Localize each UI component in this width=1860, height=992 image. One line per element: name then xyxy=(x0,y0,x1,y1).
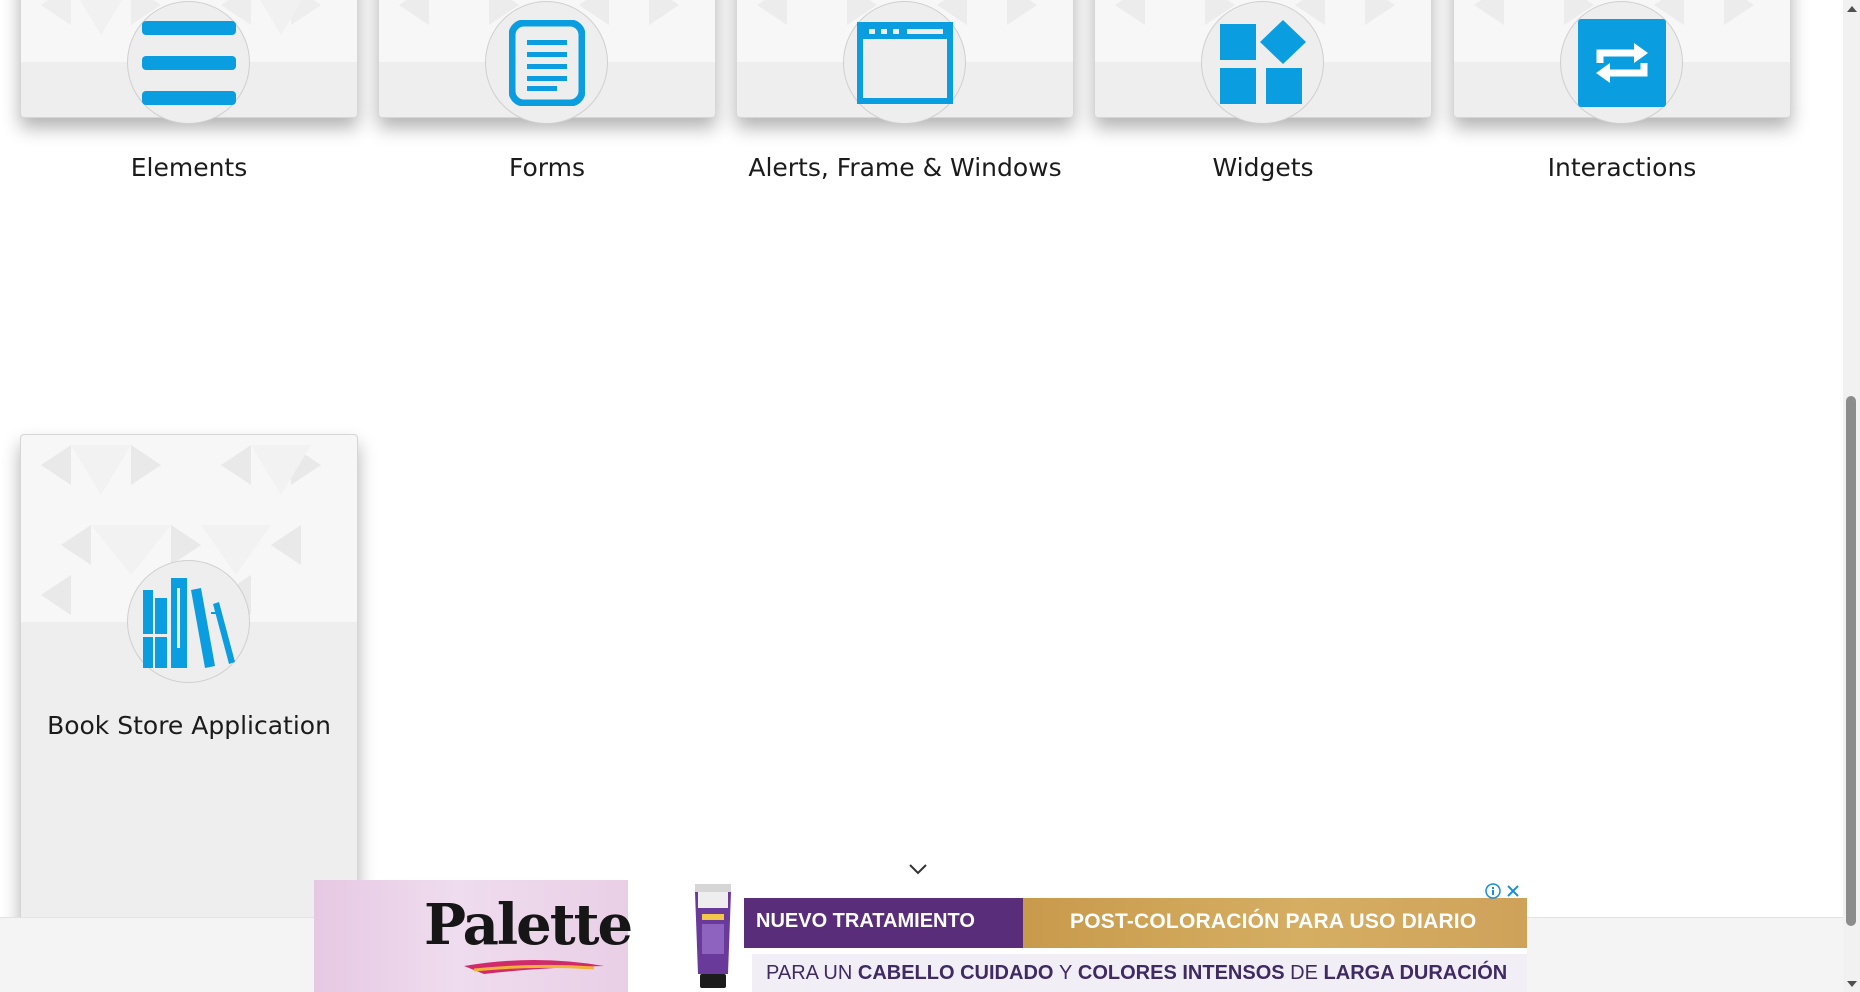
card-title: Forms xyxy=(508,153,585,182)
card-interactions[interactable]: Interactions xyxy=(1453,0,1791,182)
card-icon-circle xyxy=(1201,1,1324,124)
info-icon[interactable] xyxy=(1485,883,1501,899)
widgets-blocks-icon xyxy=(1219,19,1306,104)
ad-headline-right: POST-COLORACIÓN PARA USO DIARIO xyxy=(1070,910,1477,933)
card-icon-circle xyxy=(127,560,250,683)
card-elements[interactable]: Elements xyxy=(20,0,358,182)
ad-brand-logo: Palette xyxy=(424,892,633,958)
ad-brand-swoosh-icon xyxy=(464,960,604,974)
ad-sub-text: DE xyxy=(1290,961,1318,984)
card-icon-circle xyxy=(1560,1,1683,124)
scroll-down-arrow-icon[interactable] xyxy=(1843,975,1860,992)
card-book-store-application[interactable]: Book Store Application xyxy=(20,434,358,956)
books-icon xyxy=(142,577,235,668)
advertisement-banner[interactable]: Palette NUEVO TRATAMIENTO POST-COLORACIÓ… xyxy=(314,880,1527,992)
ad-subheadline: PARA UN CABELLO CUIDADO Y COLORES INTENS… xyxy=(752,954,1527,992)
ad-headline-left: NUEVO TRATAMIENTO xyxy=(756,910,975,932)
card-forms[interactable]: Forms xyxy=(378,0,716,182)
vertical-scrollbar[interactable] xyxy=(1843,0,1860,992)
ad-collapse-chevron-icon[interactable] xyxy=(906,860,930,878)
card-title: Widgets xyxy=(1212,153,1314,182)
product-tube-icon xyxy=(695,884,731,988)
close-icon[interactable] xyxy=(1505,883,1521,899)
scroll-up-arrow-icon[interactable] xyxy=(1843,0,1860,17)
card-title: Interactions xyxy=(1547,153,1697,182)
scrollbar-thumb[interactable] xyxy=(1846,396,1856,926)
card-alerts-frame-windows[interactable]: Alerts, Frame & Windows xyxy=(736,0,1074,182)
browser-window-icon xyxy=(856,21,953,104)
ad-sub-text: Y xyxy=(1059,961,1073,984)
hamburger-lines-icon xyxy=(141,20,236,105)
ad-sub-text: PARA UN xyxy=(766,961,853,984)
card-icon-circle xyxy=(843,1,966,124)
ad-sub-emphasis: LARGA DURACIÓN xyxy=(1323,961,1508,984)
ad-sub-emphasis: COLORES INTENSOS xyxy=(1077,961,1285,984)
card-title: Book Store Application xyxy=(47,711,331,740)
card-icon-circle xyxy=(485,1,608,124)
repeat-arrows-icon xyxy=(1577,18,1666,107)
card-icon-circle xyxy=(127,1,250,124)
card-widgets[interactable]: Widgets xyxy=(1094,0,1432,182)
ad-controls xyxy=(1485,882,1521,900)
ad-sub-emphasis: CABELLO CUIDADO xyxy=(857,961,1054,984)
document-form-icon xyxy=(508,19,585,106)
page: Elements Forms Alerts, Frame & Windows W… xyxy=(0,0,1860,992)
card-title: Elements xyxy=(130,153,248,182)
card-title: Alerts, Frame & Windows xyxy=(748,153,1062,182)
